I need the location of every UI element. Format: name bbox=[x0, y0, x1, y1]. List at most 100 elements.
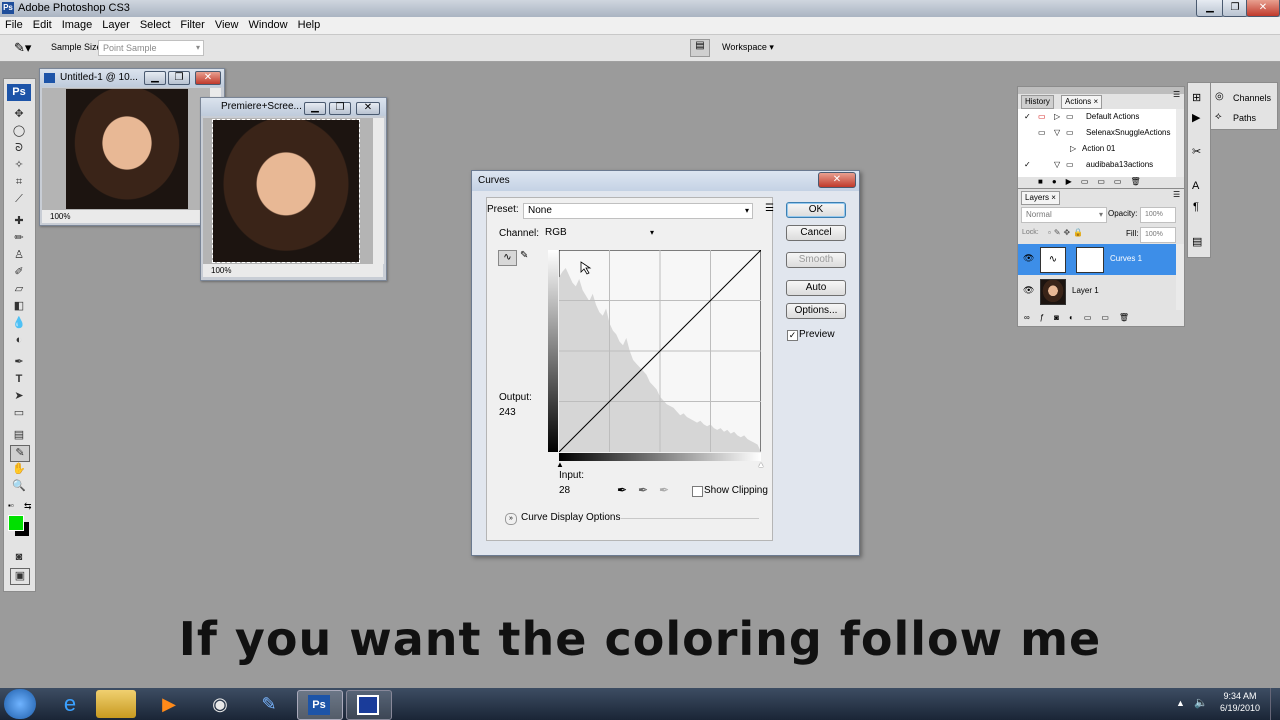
actions-scrollbar[interactable] bbox=[1176, 109, 1184, 177]
history-brush-tool-icon[interactable]: ✐ bbox=[10, 265, 28, 280]
crop-tool-icon[interactable]: ⌗ bbox=[10, 175, 28, 190]
show-desktop-button[interactable] bbox=[1270, 688, 1280, 720]
photo-canvas[interactable] bbox=[212, 119, 360, 263]
layers-scrollbar[interactable] bbox=[1176, 244, 1184, 310]
show-clipping-checkbox[interactable] bbox=[692, 486, 703, 497]
doc-minimize-button[interactable]: ▁ bbox=[144, 71, 166, 85]
doc-maximize-button[interactable]: ❐ bbox=[329, 102, 351, 115]
curve-display-options-label[interactable]: Curve Display Options bbox=[521, 512, 620, 523]
blur-tool-icon[interactable]: 💧 bbox=[10, 316, 28, 331]
options-button[interactable]: Options... bbox=[786, 303, 846, 319]
eraser-tool-icon[interactable]: ▱ bbox=[10, 282, 28, 297]
curve-graph[interactable] bbox=[559, 250, 761, 452]
panel-menu-icon[interactable]: ☰ bbox=[1173, 90, 1180, 99]
photoshop-taskbar-button[interactable]: Ps bbox=[297, 690, 343, 720]
hand-tool-icon[interactable]: ✋ bbox=[10, 462, 28, 477]
screen-mode-icon[interactable]: ▣ bbox=[10, 568, 30, 585]
clock[interactable]: 9:34 AM 6/19/2010 bbox=[1212, 691, 1268, 713]
menu-select[interactable]: Select bbox=[135, 17, 176, 34]
slice-tool-icon[interactable]: ⟋ bbox=[10, 192, 28, 207]
menu-view[interactable]: View bbox=[210, 17, 244, 34]
doc-close-button[interactable]: ✕ bbox=[195, 71, 221, 85]
white-point-slider[interactable]: ▲ bbox=[757, 460, 765, 469]
channels-label[interactable]: Channels bbox=[1233, 93, 1271, 103]
layer-row-curves[interactable]: 👁 ∿ Curves 1 bbox=[1018, 244, 1176, 275]
panel-menu-icon[interactable]: ☰ bbox=[1173, 190, 1180, 199]
actions-icon[interactable]: ▶ bbox=[1192, 111, 1200, 124]
ok-button[interactable]: OK bbox=[786, 202, 846, 218]
menu-window[interactable]: Window bbox=[244, 17, 293, 34]
media-player-icon[interactable]: ▶ bbox=[147, 690, 191, 718]
expand-toggle-icon[interactable]: » bbox=[505, 513, 517, 525]
move-tool-icon[interactable]: ✥ bbox=[10, 107, 28, 122]
chrome-icon[interactable]: ◉ bbox=[198, 690, 242, 718]
brush-tool-icon[interactable]: ✏ bbox=[10, 231, 28, 246]
cancel-button[interactable]: Cancel bbox=[786, 225, 846, 241]
menu-file[interactable]: File bbox=[0, 17, 28, 34]
list-item[interactable]: ✓ ▭ ▷ ▭ Default Actions bbox=[1018, 109, 1176, 125]
path-selection-tool-icon[interactable]: ➤ bbox=[10, 389, 28, 404]
menu-edit[interactable]: Edit bbox=[28, 17, 57, 34]
tools-icon[interactable]: ✂ bbox=[1192, 145, 1201, 158]
layer-buttons-row[interactable]: ∞ƒ◙◐▭▭🗑 bbox=[1024, 313, 1139, 322]
navigator-icon[interactable]: ⊞ bbox=[1192, 91, 1201, 104]
paint-icon[interactable]: ✎ bbox=[247, 690, 291, 718]
curve-edit-points-icon[interactable]: ∿ bbox=[498, 250, 517, 266]
opacity-input[interactable]: 100% bbox=[1140, 207, 1176, 223]
quick-mask-icon[interactable]: ◙ bbox=[10, 550, 28, 565]
vertical-scrollbar[interactable] bbox=[373, 118, 384, 264]
action-buttons-row[interactable]: ■●▶▭▭▭🗑 bbox=[1038, 177, 1150, 186]
layer-mask-thumbnail[interactable] bbox=[1076, 247, 1104, 273]
curves-close-button[interactable]: ✕ bbox=[818, 172, 856, 188]
channel-select[interactable]: RGB ▾ bbox=[541, 226, 657, 240]
menu-help[interactable]: Help bbox=[293, 17, 326, 34]
fill-input[interactable]: 100% bbox=[1140, 227, 1176, 243]
list-item[interactable]: ▭ ▽ ▭ SelenaxSnuggleActions bbox=[1018, 125, 1176, 141]
swap-colors-icon[interactable]: ⇆ bbox=[24, 501, 32, 512]
start-button-icon[interactable] bbox=[4, 689, 36, 719]
visibility-eye-icon[interactable]: 👁 bbox=[1023, 285, 1034, 296]
gray-eyedropper-icon[interactable]: ✒ bbox=[638, 483, 648, 497]
preset-options-icon[interactable]: ☰ bbox=[765, 203, 774, 214]
eyedropper-tool-active-icon[interactable]: ✎ bbox=[10, 445, 30, 462]
notes-tool-icon[interactable]: ▤ bbox=[10, 428, 28, 443]
black-eyedropper-icon[interactable]: ✒ bbox=[617, 483, 627, 497]
layer-comps-icon[interactable]: ▤ bbox=[1192, 235, 1202, 248]
curve-draw-pencil-icon[interactable]: ✎ bbox=[520, 250, 528, 261]
healing-brush-tool-icon[interactable]: ✚ bbox=[10, 214, 28, 229]
menu-filter[interactable]: Filter bbox=[175, 17, 209, 34]
marquee-tool-icon[interactable]: ◯ bbox=[10, 124, 28, 139]
tray-arrow-icon[interactable]: ▲ bbox=[1176, 698, 1185, 708]
list-item[interactable]: ▷ Action 01 bbox=[1018, 141, 1176, 157]
paths-label[interactable]: Paths bbox=[1233, 113, 1256, 123]
magic-wand-tool-icon[interactable]: ✧ bbox=[10, 158, 28, 173]
type-tool-icon[interactable]: T bbox=[10, 372, 28, 387]
volume-icon[interactable]: 🔈 bbox=[1194, 696, 1208, 709]
character-icon[interactable]: A bbox=[1192, 180, 1199, 192]
layer-row-layer1[interactable]: 👁 Layer 1 bbox=[1018, 277, 1176, 305]
workspace-menu[interactable]: Workspace ▾ bbox=[722, 42, 774, 53]
stamp-tool-icon[interactable]: ♙ bbox=[10, 248, 28, 263]
black-point-slider[interactable]: ▲ bbox=[556, 460, 564, 469]
preview-checkbox[interactable]: ✓ bbox=[787, 330, 798, 341]
gradient-tool-icon[interactable]: ◧ bbox=[10, 299, 28, 314]
paragraph-icon[interactable]: ¶ bbox=[1193, 201, 1199, 213]
document-window-premiere[interactable]: Premiere+Scree... ▁ ❐ ✕ 100% bbox=[200, 97, 387, 281]
foreground-color-swatch[interactable] bbox=[8, 515, 24, 531]
output-value[interactable]: 243 bbox=[499, 407, 516, 418]
layer-name[interactable]: Layer 1 bbox=[1072, 286, 1099, 295]
visibility-eye-icon[interactable]: 👁 bbox=[1023, 253, 1034, 264]
internet-explorer-icon[interactable]: e bbox=[48, 690, 92, 718]
default-colors-icon[interactable]: ▪▫ bbox=[8, 501, 14, 510]
white-eyedropper-icon[interactable]: ✒ bbox=[659, 483, 669, 497]
close-button[interactable]: ✕ bbox=[1246, 0, 1280, 17]
document-window-untitled[interactable]: Untitled-1 @ 10... ▁ ❐ ✕ 100% bbox=[39, 68, 225, 226]
list-item[interactable]: ✓ ▽ ▭ audibaba13actions bbox=[1018, 157, 1176, 173]
paths-icon[interactable]: ⟡ bbox=[1215, 111, 1222, 122]
shape-tool-icon[interactable]: ▭ bbox=[10, 406, 28, 421]
blend-mode-select[interactable]: Normal ▾ bbox=[1021, 207, 1107, 223]
menu-layer[interactable]: Layer bbox=[97, 17, 135, 34]
auto-button[interactable]: Auto bbox=[786, 280, 846, 296]
eyedropper-tool-icon[interactable]: ✎▾ bbox=[14, 40, 31, 56]
dodge-tool-icon[interactable]: ◐ bbox=[10, 333, 28, 348]
